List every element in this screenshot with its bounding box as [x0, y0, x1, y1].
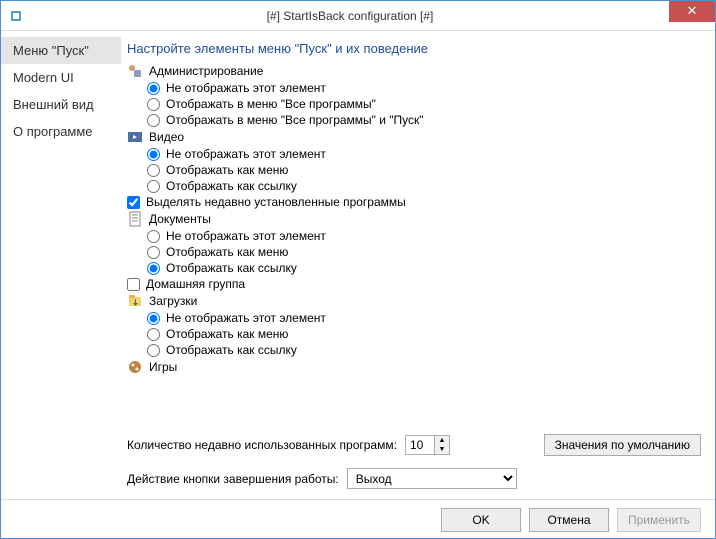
radio-option[interactable]: Отображать в меню "Все программы" и "Пус… — [127, 112, 697, 128]
radio-label: Отображать как меню — [166, 163, 288, 177]
radio-input[interactable] — [147, 312, 160, 325]
shutdown-action-label: Действие кнопки завершения работы: — [127, 472, 339, 486]
radio-label: Отображать как ссылку — [166, 179, 297, 193]
radio-input[interactable] — [147, 82, 160, 95]
radio-option[interactable]: Отображать как меню — [127, 326, 697, 342]
radio-option[interactable]: Не отображать этот элемент — [127, 146, 697, 162]
radio-input[interactable] — [147, 114, 160, 127]
spinner-up-icon[interactable]: ▲ — [435, 436, 449, 445]
spinner-down-icon[interactable]: ▼ — [435, 445, 449, 454]
radio-option[interactable]: Не отображать этот элемент — [127, 310, 697, 326]
app-icon — [9, 8, 25, 24]
group-row: Видео — [127, 128, 697, 146]
cancel-button[interactable]: Отмена — [529, 508, 609, 532]
sidebar-item-1[interactable]: Modern UI — [1, 64, 121, 91]
radio-input[interactable] — [147, 262, 160, 275]
sidebar-item-3[interactable]: О программе — [1, 118, 121, 145]
radio-label: Не отображать этот элемент — [166, 81, 326, 95]
radio-option[interactable]: Отображать как ссылку — [127, 260, 697, 276]
group-checkbox[interactable] — [127, 278, 140, 291]
radio-label: Отображать как ссылку — [166, 343, 297, 357]
radio-label: Отображать как меню — [166, 245, 288, 259]
admin-icon — [127, 63, 143, 79]
group-checkbox[interactable] — [127, 196, 140, 209]
sidebar-item-2[interactable]: Внешний вид — [1, 91, 121, 118]
radio-input[interactable] — [147, 230, 160, 243]
radio-label: Отображать как меню — [166, 327, 288, 341]
page-heading: Настройте элементы меню "Пуск" и их пове… — [127, 41, 701, 56]
radio-label: Не отображать этот элемент — [166, 229, 326, 243]
apply-button[interactable]: Применить — [617, 508, 701, 532]
radio-label: Отображать в меню "Все программы" и "Пус… — [166, 113, 424, 127]
radio-input[interactable] — [147, 180, 160, 193]
radio-option[interactable]: Отображать как меню — [127, 162, 697, 178]
radio-option[interactable]: Отображать как ссылку — [127, 342, 697, 358]
radio-input[interactable] — [147, 344, 160, 357]
group-row: Игры — [127, 358, 697, 376]
radio-option[interactable]: Отображать как меню — [127, 244, 697, 260]
group-label: Видео — [149, 130, 184, 144]
group-row: Домашняя группа — [127, 276, 697, 292]
radio-input[interactable] — [147, 98, 160, 111]
titlebar: [#] StartIsBack configuration [#] ✕ — [1, 1, 715, 31]
recent-programs-label: Количество недавно использованных програ… — [127, 438, 397, 452]
group-row: Загрузки — [127, 292, 697, 310]
sidebar: Меню "Пуск"Modern UIВнешний видО програм… — [1, 31, 121, 499]
radio-option[interactable]: Отображать в меню "Все программы" — [127, 96, 697, 112]
recent-programs-input[interactable] — [406, 436, 434, 454]
group-label: Администрирование — [149, 64, 263, 78]
group-row: Документы — [127, 210, 697, 228]
window-title: [#] StartIsBack configuration [#] — [31, 9, 669, 23]
radio-label: Не отображать этот элемент — [166, 311, 326, 325]
radio-input[interactable] — [147, 164, 160, 177]
radio-option[interactable]: Не отображать этот элемент — [127, 80, 697, 96]
shutdown-action-select[interactable]: Выход — [347, 468, 517, 489]
group-label: Домашняя группа — [146, 277, 245, 291]
radio-option[interactable]: Не отображать этот элемент — [127, 228, 697, 244]
ok-button[interactable]: OK — [441, 508, 521, 532]
radio-input[interactable] — [147, 148, 160, 161]
radio-label: Отображать как ссылку — [166, 261, 297, 275]
group-row: Выделять недавно установленные программы — [127, 194, 697, 210]
docs-icon — [127, 211, 143, 227]
group-label: Выделять недавно установленные программы — [146, 195, 406, 209]
defaults-button[interactable]: Значения по умолчанию — [544, 434, 701, 456]
radio-label: Отображать в меню "Все программы" — [166, 97, 376, 111]
footer: OK Отмена Применить — [1, 499, 715, 539]
group-row: Администрирование — [127, 62, 697, 80]
settings-list[interactable]: Администрирование Не отображать этот элем… — [127, 62, 701, 424]
group-label: Загрузки — [149, 294, 197, 308]
sidebar-item-0[interactable]: Меню "Пуск" — [1, 37, 121, 64]
radio-label: Не отображать этот элемент — [166, 147, 326, 161]
radio-input[interactable] — [147, 246, 160, 259]
radio-option[interactable]: Отображать как ссылку — [127, 178, 697, 194]
group-label: Документы — [149, 212, 211, 226]
radio-input[interactable] — [147, 328, 160, 341]
group-label: Игры — [149, 360, 177, 374]
close-button[interactable]: ✕ — [669, 1, 715, 22]
downloads-icon — [127, 293, 143, 309]
video-icon — [127, 129, 143, 145]
recent-programs-spinner[interactable]: ▲ ▼ — [405, 435, 450, 455]
games-icon — [127, 359, 143, 375]
